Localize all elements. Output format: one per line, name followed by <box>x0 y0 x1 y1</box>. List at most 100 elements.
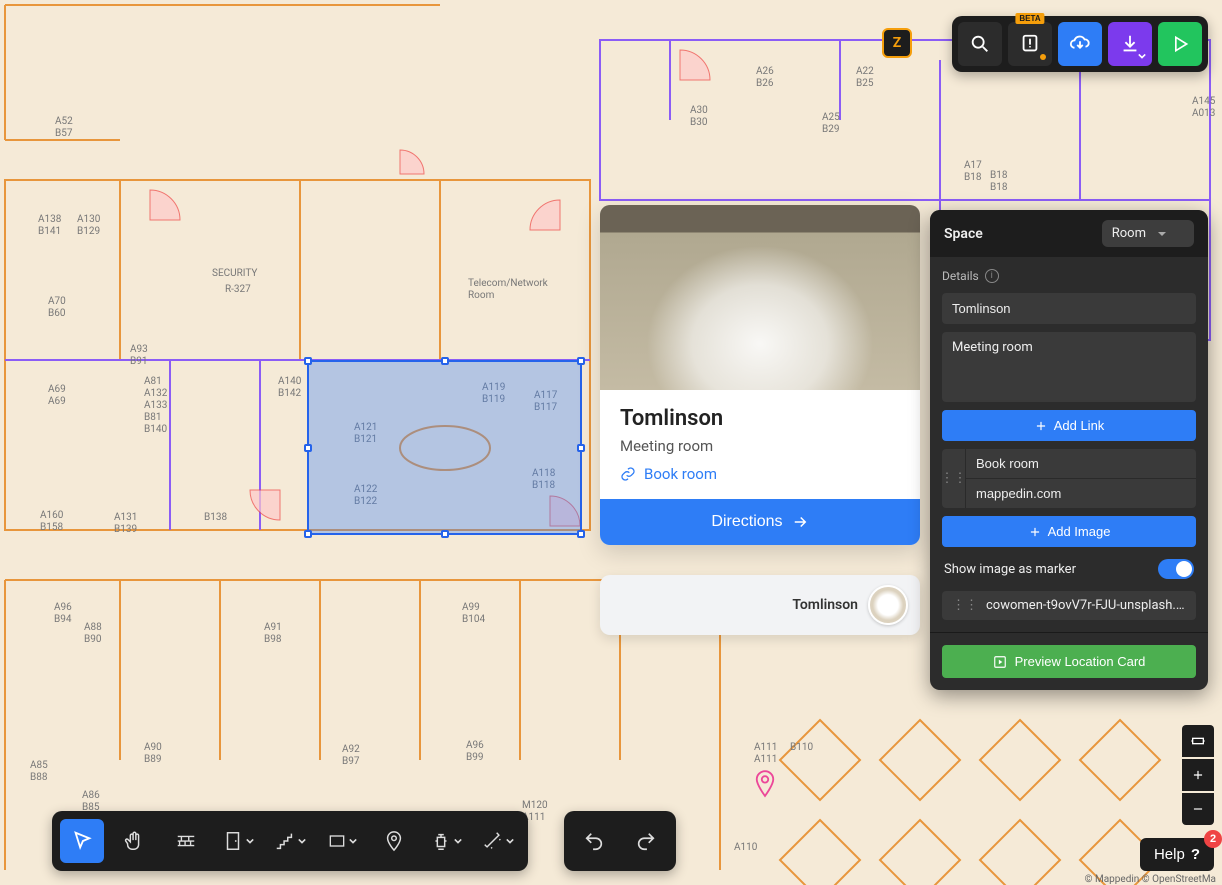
resize-handle[interactable] <box>441 530 449 538</box>
details-section-label: Details i <box>942 269 1196 283</box>
hand-icon <box>123 830 145 852</box>
link-url-input[interactable] <box>966 479 1196 508</box>
book-room-label: Book room <box>644 465 717 483</box>
add-image-button[interactable]: Add Image <box>942 516 1196 547</box>
play-box-icon <box>993 655 1007 669</box>
question-icon: ? <box>1191 846 1200 863</box>
location-card: Tomlinson Meeting room Book room Directi… <box>600 205 920 545</box>
link-item: ⋮⋮ <box>942 449 1196 508</box>
inspector-header: Space Room <box>930 210 1208 257</box>
zoom-out-button[interactable] <box>1182 793 1214 825</box>
location-image <box>600 205 920 390</box>
chevron-down-icon <box>454 837 462 845</box>
pin-icon <box>383 830 405 852</box>
fit-screen-button[interactable] <box>1182 725 1214 757</box>
pan-tool[interactable] <box>112 819 156 863</box>
add-link-label: Add Link <box>1054 418 1105 433</box>
wall-tool[interactable] <box>164 819 208 863</box>
chevron-down-icon <box>1138 52 1146 60</box>
help-button[interactable]: Help ? 2 <box>1140 838 1214 871</box>
inspector-title: Space <box>944 226 983 242</box>
description-input[interactable] <box>942 332 1196 402</box>
preview-mini-card[interactable]: Tomlinson <box>600 575 920 635</box>
drag-handle-icon[interactable]: ⋮⋮ <box>952 598 978 613</box>
cursor-icon <box>71 830 93 852</box>
play-icon <box>1170 34 1190 54</box>
preview-mini-thumbnail <box>868 585 908 625</box>
link-icon <box>620 466 636 482</box>
fit-icon <box>1190 733 1206 749</box>
help-label: Help <box>1154 846 1185 863</box>
issues-button[interactable]: BETA <box>1008 22 1052 66</box>
undo-icon <box>583 830 605 852</box>
resize-handle[interactable] <box>441 357 449 365</box>
book-room-link[interactable]: Book room <box>620 465 900 483</box>
drag-handle-icon[interactable]: ⋮⋮ <box>942 449 966 508</box>
plus-icon <box>1028 525 1042 539</box>
rectangle-icon <box>327 831 347 851</box>
shape-tool[interactable] <box>320 819 364 863</box>
resize-handle[interactable] <box>304 444 312 452</box>
select-tool[interactable] <box>60 819 104 863</box>
plus-icon <box>1034 419 1048 433</box>
user-avatar-badge[interactable]: Z <box>882 28 912 58</box>
show-image-marker-toggle[interactable] <box>1158 559 1194 579</box>
hydrant-icon <box>430 830 452 852</box>
chevron-down-icon <box>246 837 254 845</box>
stairs-icon <box>274 830 296 852</box>
info-icon[interactable]: i <box>985 269 999 283</box>
location-title: Tomlinson <box>620 406 900 431</box>
door-tool[interactable] <box>216 819 260 863</box>
download-button[interactable] <box>1108 22 1152 66</box>
zoom-controls <box>1182 725 1214 825</box>
resize-handle[interactable] <box>304 357 312 365</box>
play-button[interactable] <box>1158 22 1202 66</box>
resize-handle[interactable] <box>577 357 585 365</box>
help-notification-badge: 2 <box>1204 830 1222 848</box>
plus-icon <box>1191 768 1205 782</box>
add-link-button[interactable]: Add Link <box>942 410 1196 441</box>
preview-card-label: Preview Location Card <box>1015 654 1146 669</box>
cloud-sync-icon <box>1069 33 1091 55</box>
door-icon <box>222 830 244 852</box>
sync-button[interactable] <box>1058 22 1102 66</box>
image-item: ⋮⋮ cowomen-t9ovV7r-FJU-unsplash.... <box>942 591 1196 620</box>
chevron-down-icon <box>298 837 306 845</box>
directions-button[interactable]: Directions <box>600 499 920 545</box>
chevron-down-icon <box>506 837 514 845</box>
arrow-right-icon <box>791 513 809 531</box>
redo-icon <box>635 830 657 852</box>
directions-label: Directions <box>711 513 782 531</box>
chevron-down-icon <box>349 837 357 845</box>
location-subtitle: Meeting room <box>620 437 900 455</box>
redo-button[interactable] <box>624 819 668 863</box>
search-icon <box>969 33 991 55</box>
search-button[interactable] <box>958 22 1002 66</box>
alert-icon <box>1019 33 1041 55</box>
undo-button[interactable] <box>572 819 616 863</box>
show-image-marker-label: Show image as marker <box>944 562 1076 577</box>
name-input[interactable] <box>942 293 1196 324</box>
safety-tool[interactable] <box>424 819 468 863</box>
link-title-input[interactable] <box>966 449 1196 479</box>
stairs-tool[interactable] <box>268 819 312 863</box>
notification-dot <box>1040 54 1046 60</box>
map-pin-icon <box>754 770 776 798</box>
space-type-select[interactable]: Room <box>1102 220 1194 247</box>
preview-location-card-button[interactable]: Preview Location Card <box>942 645 1196 678</box>
preview-mini-label: Tomlinson <box>792 597 858 613</box>
inspector-panel: Space Room Details i Add Link ⋮⋮ Add Ima… <box>930 210 1208 690</box>
zoom-in-button[interactable] <box>1182 759 1214 791</box>
selected-room[interactable] <box>307 360 582 535</box>
resize-handle[interactable] <box>577 444 585 452</box>
beta-badge: BETA <box>1015 13 1044 24</box>
wand-icon <box>482 830 504 852</box>
resize-handle[interactable] <box>577 530 585 538</box>
magic-tool[interactable] <box>476 819 520 863</box>
show-image-marker-row: Show image as marker <box>942 555 1196 583</box>
space-type-value: Room <box>1112 226 1146 241</box>
minus-icon <box>1191 802 1205 816</box>
location-tool[interactable] <box>372 819 416 863</box>
details-label-text: Details <box>942 269 979 283</box>
resize-handle[interactable] <box>304 530 312 538</box>
